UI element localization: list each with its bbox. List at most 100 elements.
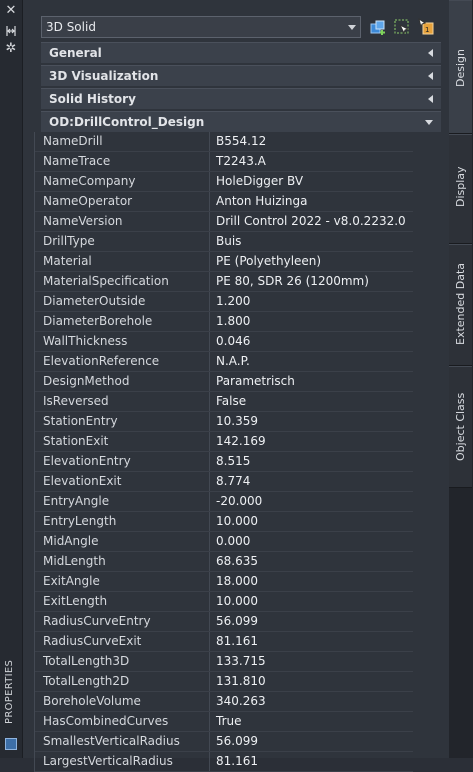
tab-display[interactable]: Display (449, 134, 472, 244)
caret-left-icon (428, 49, 433, 57)
property-value[interactable]: 1.200 (216, 294, 250, 308)
property-row[interactable]: DiameterOutside 1.200 (35, 292, 413, 312)
property-row[interactable]: DesignMethod Parametrisch (35, 372, 413, 392)
property-row[interactable]: ElevationExit 8.774 (35, 472, 413, 492)
column-divider (209, 152, 210, 171)
tab-design[interactable]: Design (449, 0, 472, 134)
property-row[interactable]: RadiusCurveExit 81.161 (35, 632, 413, 652)
property-value[interactable]: 142.169 (216, 434, 266, 448)
property-value[interactable]: 133.715 (216, 654, 266, 668)
section-solid-history[interactable]: Solid History (41, 88, 441, 109)
property-value[interactable]: 68.635 (216, 554, 258, 568)
property-value[interactable]: False (216, 394, 246, 408)
pin-icon[interactable] (4, 24, 18, 38)
property-value[interactable]: 10.359 (216, 414, 258, 428)
property-value[interactable]: PE 80, SDR 26 (1200mm) (216, 274, 369, 288)
property-value[interactable]: 56.099 (216, 734, 258, 748)
property-row[interactable]: MidAngle 0.000 (35, 532, 413, 552)
object-type-select[interactable]: 3D Solid (41, 16, 361, 38)
property-value[interactable]: T2243.A (216, 154, 266, 168)
property-row[interactable]: SmallestVerticalRadius 56.099 (35, 732, 413, 752)
property-name: RadiusCurveExit (43, 634, 142, 648)
property-value[interactable]: 0.000 (216, 534, 250, 548)
property-row[interactable]: HasCombinedCurves True (35, 712, 413, 732)
property-row[interactable]: LargestVerticalRadius 81.161 (35, 752, 413, 772)
property-value[interactable]: 10.000 (216, 594, 258, 608)
property-value[interactable]: HoleDigger BV (216, 174, 303, 188)
quick-select-icon[interactable] (368, 17, 388, 37)
property-row[interactable]: Material PE (Polyethyleen) (35, 252, 413, 272)
property-row[interactable]: MaterialSpecification PE 80, SDR 26 (1200… (35, 272, 413, 292)
property-row[interactable]: NameDrill B554.12 (35, 132, 413, 152)
property-row[interactable]: StationEntry 10.359 (35, 412, 413, 432)
property-row[interactable]: BoreholeVolume 340.263 (35, 692, 413, 712)
column-divider (209, 252, 210, 271)
property-row[interactable]: ElevationReference N.A.P. (35, 352, 413, 372)
property-name: ElevationReference (43, 354, 160, 368)
property-row[interactable]: DiameterBorehole 1.800 (35, 312, 413, 332)
property-row[interactable]: IsReversed False (35, 392, 413, 412)
property-value[interactable]: Parametrisch (216, 374, 295, 388)
property-value[interactable]: 131.810 (216, 674, 266, 688)
property-row[interactable]: EntryAngle -20.000 (35, 492, 413, 512)
palette-title: PROPERTIES (4, 660, 18, 724)
property-value[interactable]: Anton Huizinga (216, 194, 307, 208)
property-value[interactable]: 8.774 (216, 474, 250, 488)
property-value[interactable]: 81.161 (216, 634, 258, 648)
gear-icon[interactable]: ✲ (4, 42, 18, 56)
property-value[interactable]: N.A.P. (216, 354, 250, 368)
property-value[interactable]: True (216, 714, 242, 728)
section-od-drillcontrol-design[interactable]: OD:DrillControl_Design (41, 111, 441, 132)
property-value[interactable]: 10.000 (216, 514, 258, 528)
section-3d-visualization[interactable]: 3D Visualization (41, 65, 441, 86)
column-divider (209, 752, 210, 771)
property-row[interactable]: RadiusCurveEntry 56.099 (35, 612, 413, 632)
tab-object-class[interactable]: Object Class (449, 366, 472, 488)
select-objects-icon[interactable] (392, 17, 412, 37)
property-row[interactable]: ElevationEntry 8.515 (35, 452, 413, 472)
property-row[interactable]: NameOperator Anton Huizinga (35, 192, 413, 212)
property-name: MidLength (43, 554, 106, 568)
palette-strip: ✕ ✲ PROPERTIES (0, 0, 23, 758)
property-row[interactable]: MidLength 68.635 (35, 552, 413, 572)
section-general[interactable]: General (41, 42, 441, 63)
property-row[interactable]: TotalLength2D 131.810 (35, 672, 413, 692)
property-name: EntryLength (43, 514, 117, 528)
property-value[interactable]: 56.099 (216, 614, 258, 628)
property-row[interactable]: DrillType Buis (35, 232, 413, 252)
property-value[interactable]: -20.000 (216, 494, 262, 508)
palette-title-text: PROPERTIES (4, 659, 15, 724)
column-divider (209, 652, 210, 671)
section-title: OD:DrillControl_Design (49, 115, 205, 129)
property-row[interactable]: NameVersion Drill Control 2022 - v8.0.223… (35, 212, 413, 232)
tab-extended-data[interactable]: Extended Data (449, 244, 472, 366)
property-row[interactable]: WallThickness 0.046 (35, 332, 413, 352)
window-icon[interactable] (5, 738, 17, 750)
property-row[interactable]: TotalLength3D 133.715 (35, 652, 413, 672)
property-value[interactable]: 0.046 (216, 334, 250, 348)
property-value[interactable]: B554.12 (216, 134, 266, 148)
close-icon[interactable]: ✕ (4, 4, 18, 18)
property-value[interactable]: 8.515 (216, 454, 250, 468)
caret-down-icon (425, 120, 433, 125)
property-value[interactable]: PE (Polyethyleen) (216, 254, 321, 268)
property-row[interactable]: NameTrace T2243.A (35, 152, 413, 172)
property-value[interactable]: 340.263 (216, 694, 266, 708)
property-name: ExitAngle (43, 574, 100, 588)
property-value[interactable]: 81.161 (216, 754, 258, 768)
property-row[interactable]: EntryLength 10.000 (35, 512, 413, 532)
property-value[interactable]: Drill Control 2022 - v8.0.2232.0 (216, 214, 406, 228)
property-value[interactable]: 1.800 (216, 314, 250, 328)
property-row[interactable]: NameCompany HoleDigger BV (35, 172, 413, 192)
property-value[interactable]: 18.000 (216, 574, 258, 588)
property-row[interactable]: StationExit 142.169 (35, 432, 413, 452)
property-name: DiameterOutside (43, 294, 146, 308)
property-row[interactable]: ExitAngle 18.000 (35, 572, 413, 592)
toggle-pickadd-icon[interactable]: 1 (416, 17, 436, 37)
property-value[interactable]: Buis (216, 234, 241, 248)
property-row[interactable]: ExitLength 10.000 (35, 592, 413, 612)
column-divider (209, 712, 210, 731)
column-divider (209, 192, 210, 211)
column-divider (209, 212, 210, 231)
column-divider (209, 172, 210, 191)
